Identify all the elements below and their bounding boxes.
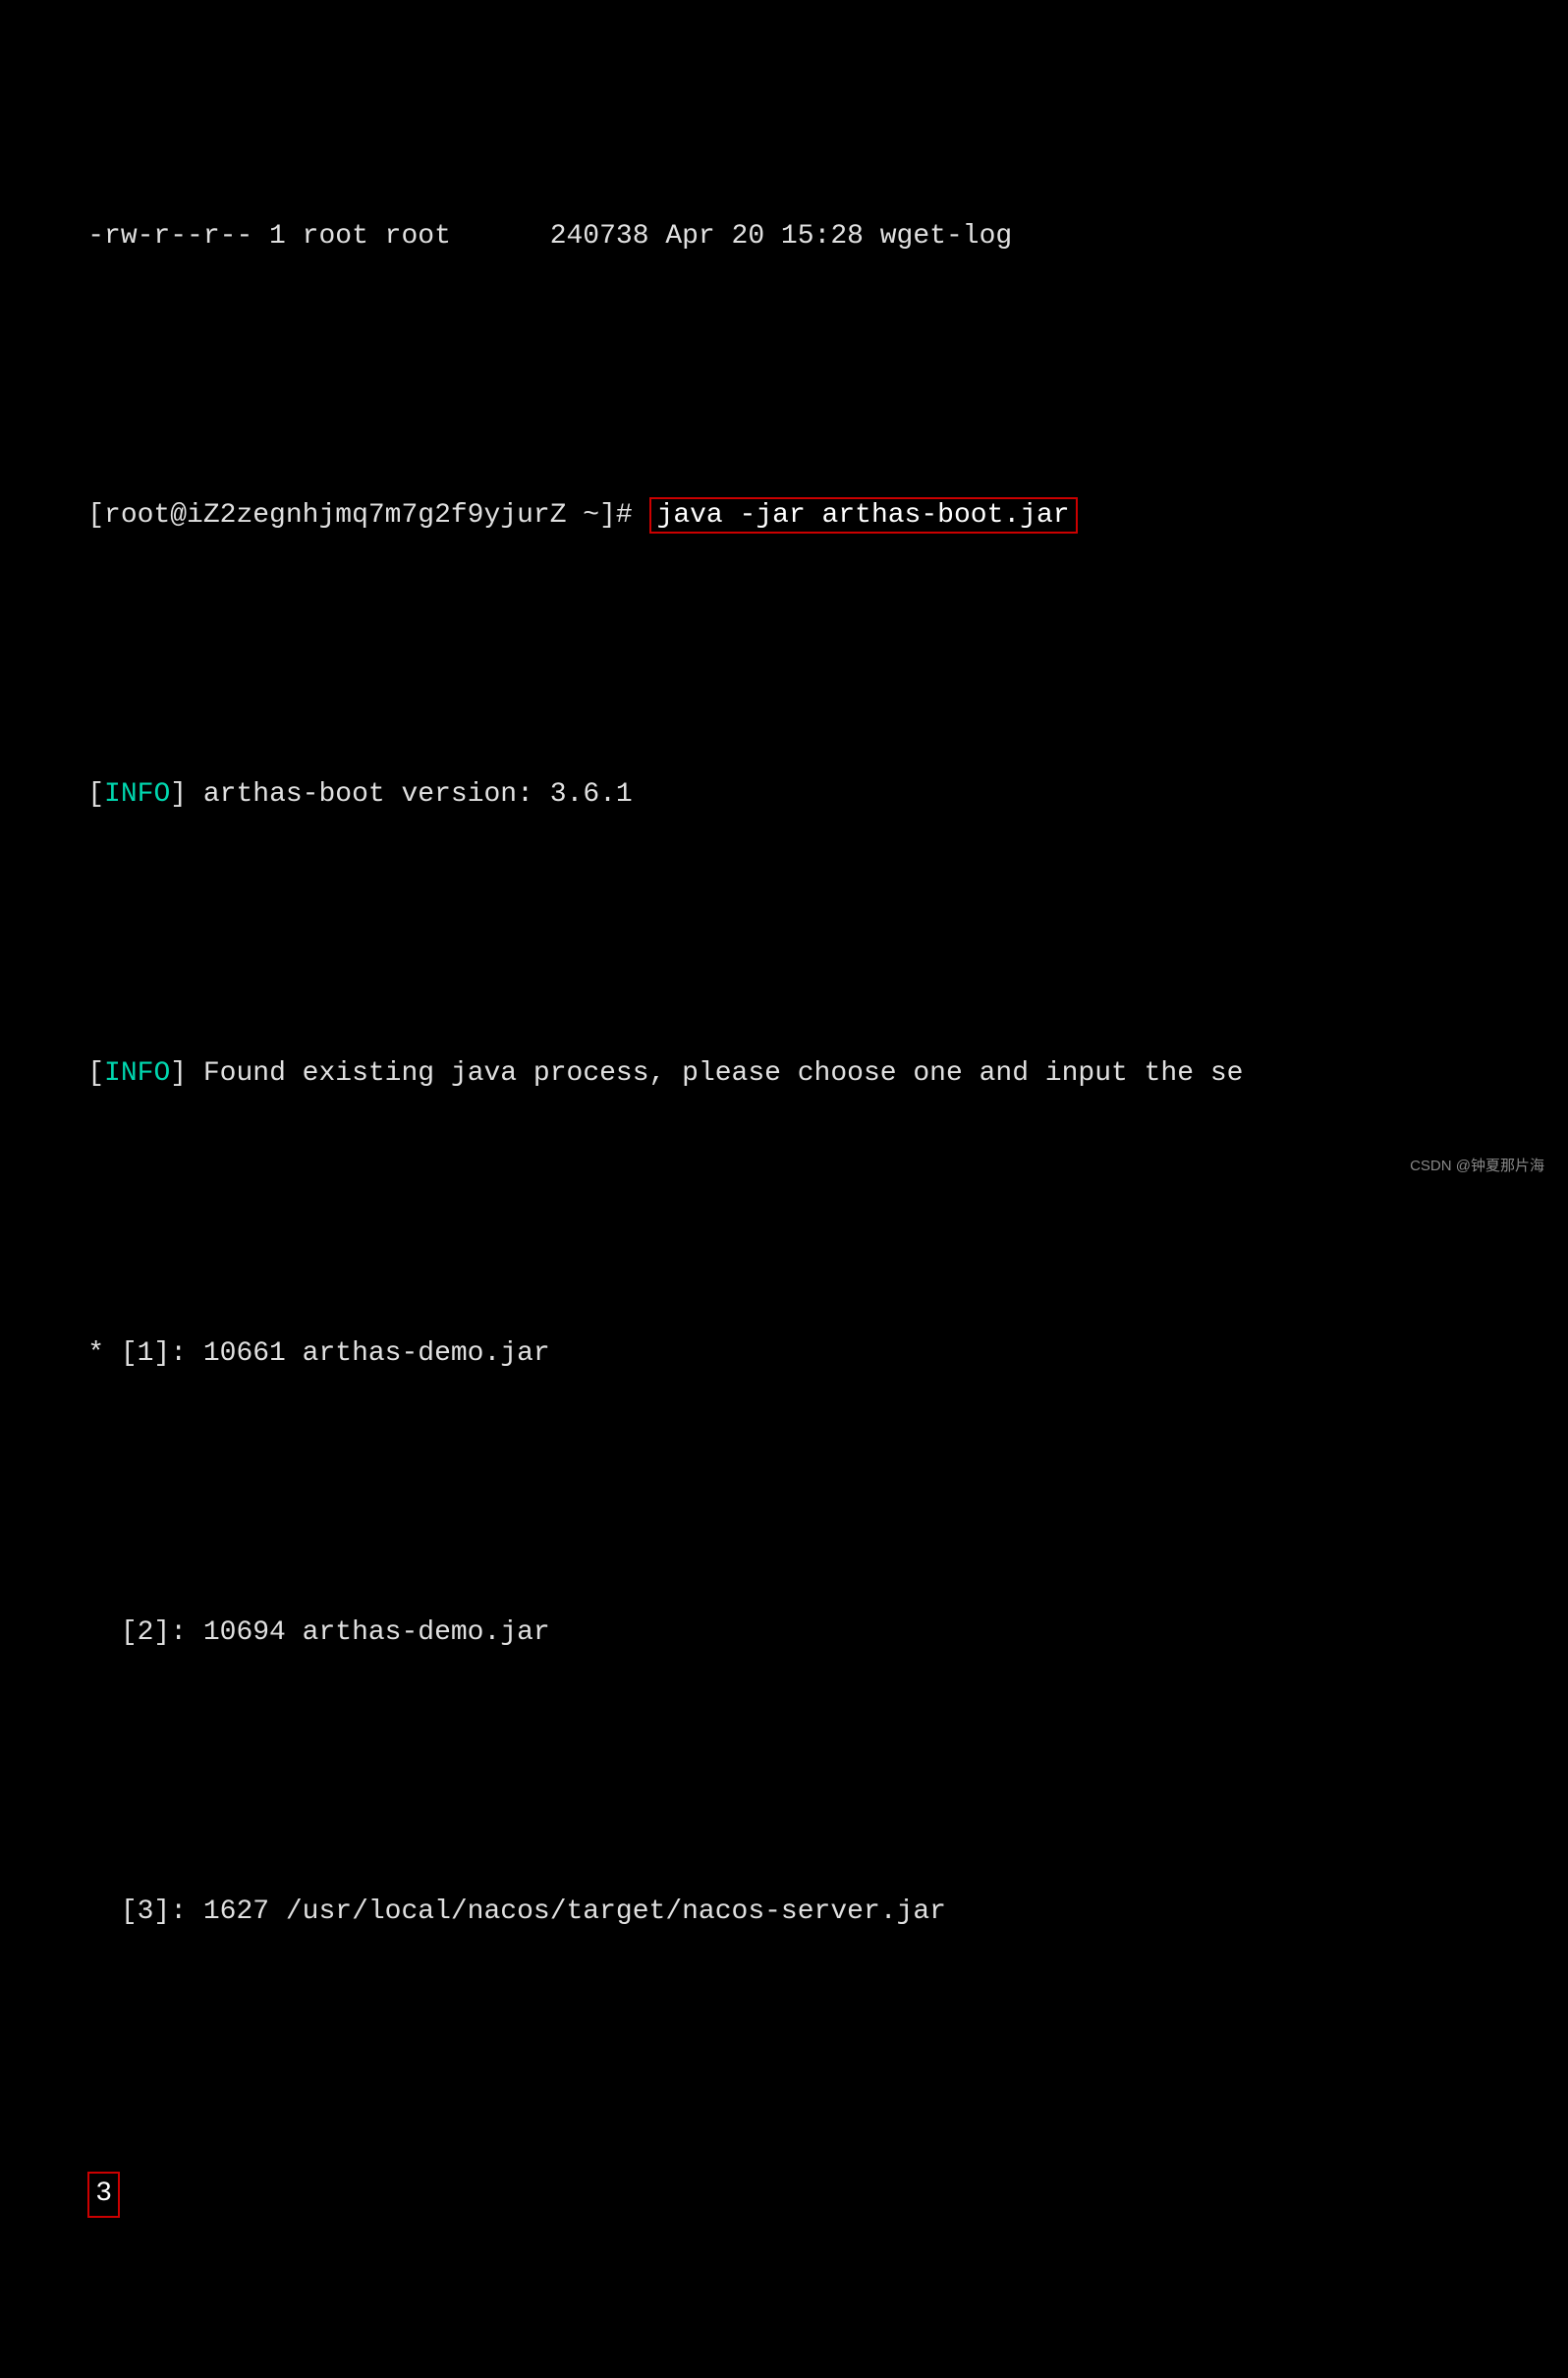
user-input-value: 3: [87, 2172, 120, 2218]
file-info: -rw-r--r-- 1 root root 240738 Apr 20 15:…: [87, 221, 1012, 252]
watermark: CSDN @钟夏那片海: [1410, 1155, 1544, 1175]
line-process-2: [2]: 10694 arthas-demo.jar: [22, 1573, 1546, 1693]
line-process-3: [3]: 1627 /usr/local/nacos/target/nacos-…: [22, 1852, 1546, 1972]
line-user-input: 3: [22, 2131, 1546, 2257]
terminal-window: -rw-r--r-- 1 root root 240738 Apr 20 15:…: [0, 0, 1568, 2378]
line-process-1: * [1]: 10661 arthas-demo.jar: [22, 1294, 1546, 1414]
line-command: [root@iZ2zegnhjmq7m7g2f9yjurZ ~]# java -…: [22, 457, 1546, 577]
line-info-found: [INFO] Found existing java process, plea…: [22, 1015, 1546, 1135]
highlighted-command: java -jar arthas-boot.jar: [649, 497, 1078, 534]
info-tag-2: INFO: [104, 1058, 170, 1089]
line-file-listing: -rw-r--r-- 1 root root 240738 Apr 20 15:…: [22, 177, 1546, 297]
line-info-version: [INFO] arthas-boot version: 3.6.1: [22, 736, 1546, 856]
prompt-text: [root@iZ2zegnhjmq7m7g2f9yjurZ ~]#: [87, 500, 648, 531]
info-tag-1: INFO: [104, 779, 170, 810]
